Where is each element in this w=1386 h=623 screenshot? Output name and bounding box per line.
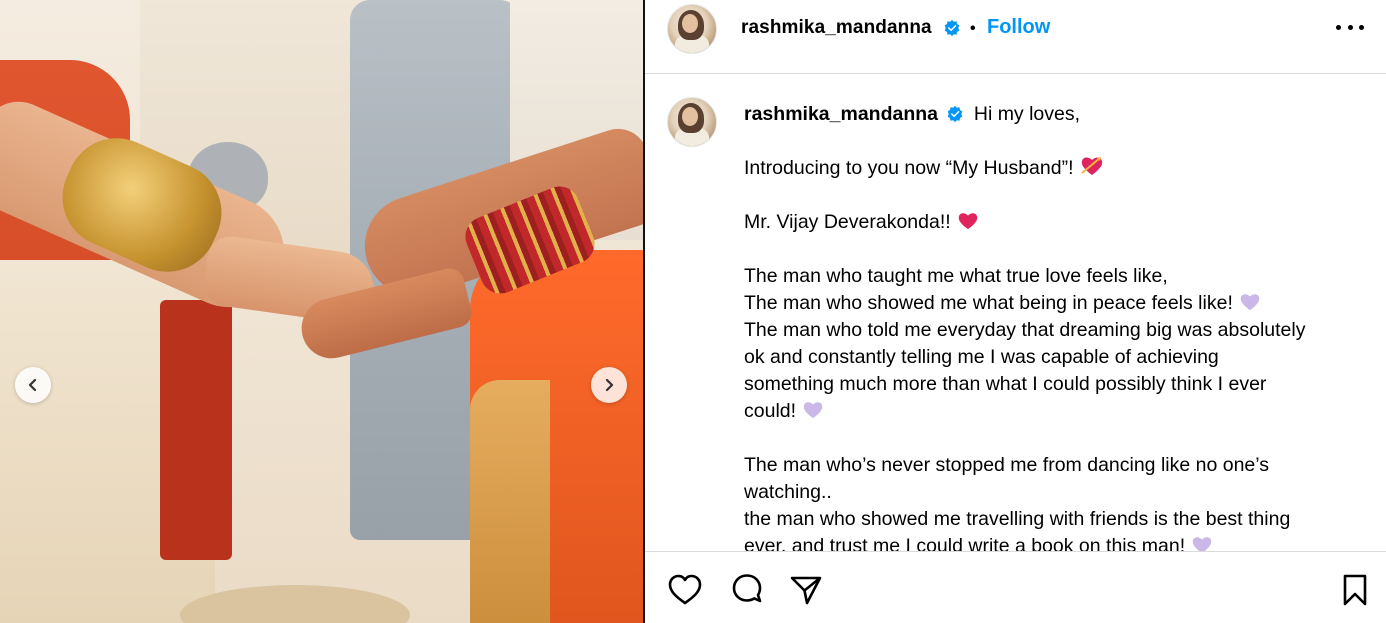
heart-with-arrow-emoji bbox=[1080, 157, 1102, 175]
post-header: rashmika_mandanna • Follow bbox=[645, 0, 1386, 74]
caption-greeting: Hi my loves, bbox=[973, 103, 1081, 125]
verified-badge-icon bbox=[944, 19, 960, 37]
caption-line: ever, and trust me I could write a book … bbox=[744, 533, 1364, 551]
post-media[interactable] bbox=[0, 0, 643, 623]
caption-line: something much more than what I could po… bbox=[744, 373, 1267, 395]
comment-icon[interactable] bbox=[729, 572, 765, 608]
more-options-icon bbox=[1336, 24, 1341, 30]
caption-line: The man who showed me what being in peac… bbox=[744, 290, 1364, 317]
caption-line: Mr. Vijay Deverakonda!! bbox=[744, 209, 1364, 236]
verified-badge-icon bbox=[948, 105, 963, 123]
more-options-button[interactable] bbox=[1336, 17, 1364, 37]
caption-line: the man who showed me travelling with fr… bbox=[744, 508, 1291, 530]
caption-line: The man who told me everyday that dreami… bbox=[744, 319, 1306, 341]
caption-line: could! bbox=[744, 398, 1364, 425]
right-gold-border bbox=[470, 380, 550, 623]
chevron-left-icon bbox=[28, 378, 37, 392]
lilac-heart-emoji bbox=[1240, 294, 1260, 311]
previous-image-button[interactable] bbox=[15, 367, 51, 403]
caption-username[interactable]: rashmika_mandanna bbox=[744, 103, 938, 125]
avatar[interactable] bbox=[667, 4, 717, 54]
lilac-heart-emoji bbox=[803, 402, 823, 419]
share-icon[interactable] bbox=[788, 572, 824, 608]
next-image-button[interactable] bbox=[591, 367, 627, 403]
caption-line: ok and constantly telling me I was capab… bbox=[744, 346, 1219, 368]
caption-line: watching.. bbox=[744, 481, 832, 503]
caption-line: Introducing to you now “My Husband”! bbox=[744, 155, 1364, 182]
chevron-right-icon bbox=[605, 378, 614, 392]
heart-icon[interactable] bbox=[667, 572, 703, 608]
post-actions-bar bbox=[645, 551, 1386, 623]
bookmark-icon[interactable] bbox=[1337, 572, 1373, 608]
caption-scroll-area[interactable]: rashmika_mandanna Hi my loves, Introduci… bbox=[645, 75, 1386, 551]
follow-button[interactable]: Follow bbox=[987, 16, 1050, 39]
post-caption: rashmika_mandanna Hi my loves, Introduci… bbox=[744, 101, 1364, 551]
header-username[interactable]: rashmika_mandanna bbox=[741, 17, 932, 39]
separator-dot: • bbox=[970, 20, 976, 37]
red-heart-emoji bbox=[958, 213, 977, 230]
caption-line: The man who’s never stopped me from danc… bbox=[744, 454, 1269, 476]
lilac-heart-emoji bbox=[1192, 537, 1212, 551]
left-red-border bbox=[160, 300, 232, 560]
post-detail-panel: rashmika_mandanna • Follow rashmika_mand… bbox=[645, 0, 1386, 623]
caption-avatar[interactable] bbox=[667, 97, 717, 147]
caption-line: The man who taught me what true love fee… bbox=[744, 265, 1168, 287]
